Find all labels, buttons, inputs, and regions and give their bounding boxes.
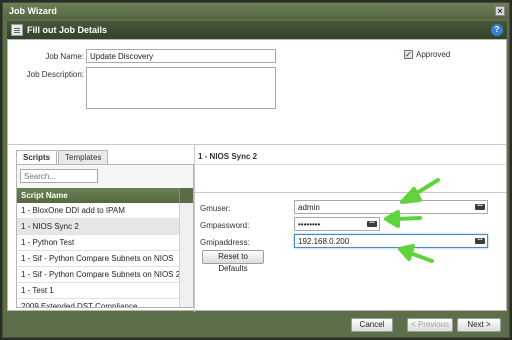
- arrow-icon-gmuser: [400, 178, 440, 204]
- arrow-icon-gmpassword: [384, 210, 422, 228]
- arrow-icon-gmipaddress: [398, 244, 434, 263]
- annotation-arrows: [384, 178, 440, 263]
